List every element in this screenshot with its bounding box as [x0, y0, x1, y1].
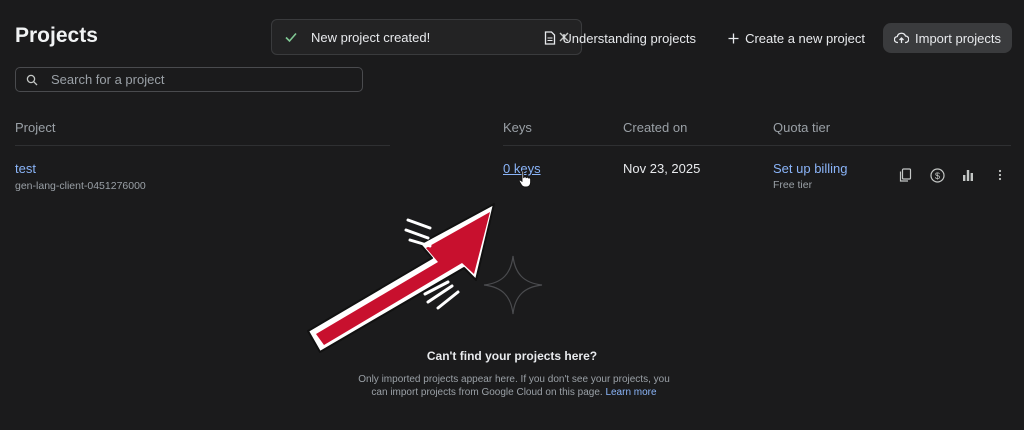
copy-icon[interactable] [897, 167, 913, 183]
cloud-upload-icon [894, 32, 910, 44]
project-name-link[interactable]: test [15, 161, 36, 176]
understanding-projects-link[interactable]: Understanding projects [544, 31, 696, 46]
understanding-projects-label: Understanding projects [562, 30, 697, 46]
annotation-arrow [307, 203, 495, 353]
check-icon [284, 30, 298, 44]
header-divider [15, 145, 390, 146]
header-divider [503, 145, 1011, 146]
plus-icon [728, 33, 739, 44]
pointer-cursor-icon [518, 170, 532, 193]
bar-chart-icon[interactable] [960, 167, 976, 183]
page-title: Projects [15, 24, 98, 47]
toast-notification: New project created! [271, 19, 582, 55]
search-icon [26, 74, 38, 86]
import-projects-button[interactable]: Import projects [883, 23, 1012, 53]
empty-state-title: Can't find your projects here? [426, 349, 598, 363]
create-project-label: Create a new project [745, 30, 866, 46]
svg-text:$: $ [934, 171, 939, 181]
column-header-quota-tier: Quota tier [773, 120, 831, 135]
column-header-created: Created on [623, 120, 688, 135]
more-vert-icon[interactable] [992, 167, 1008, 183]
dollar-icon[interactable]: $ [929, 167, 945, 183]
search-box [15, 67, 363, 92]
created-date: Nov 23, 2025 [623, 161, 701, 176]
empty-state-description: Only imported projects appear here. If y… [352, 373, 676, 399]
top-actions: Understanding projects Create a new proj… [544, 23, 1012, 53]
search-input[interactable] [49, 71, 343, 88]
create-project-button[interactable]: Create a new project [728, 31, 865, 46]
document-icon [544, 31, 556, 45]
import-projects-label: Import projects [915, 30, 1001, 46]
setup-billing-link[interactable]: Set up billing [773, 161, 847, 176]
project-id: gen-lang-client-0451276000 [15, 180, 146, 192]
column-header-project: Project [15, 120, 56, 135]
learn-more-link[interactable]: Learn more [605, 387, 656, 398]
column-header-keys: Keys [503, 120, 532, 135]
toast-message: New project created! [311, 29, 431, 45]
quota-tier-value: Free tier [773, 179, 813, 191]
